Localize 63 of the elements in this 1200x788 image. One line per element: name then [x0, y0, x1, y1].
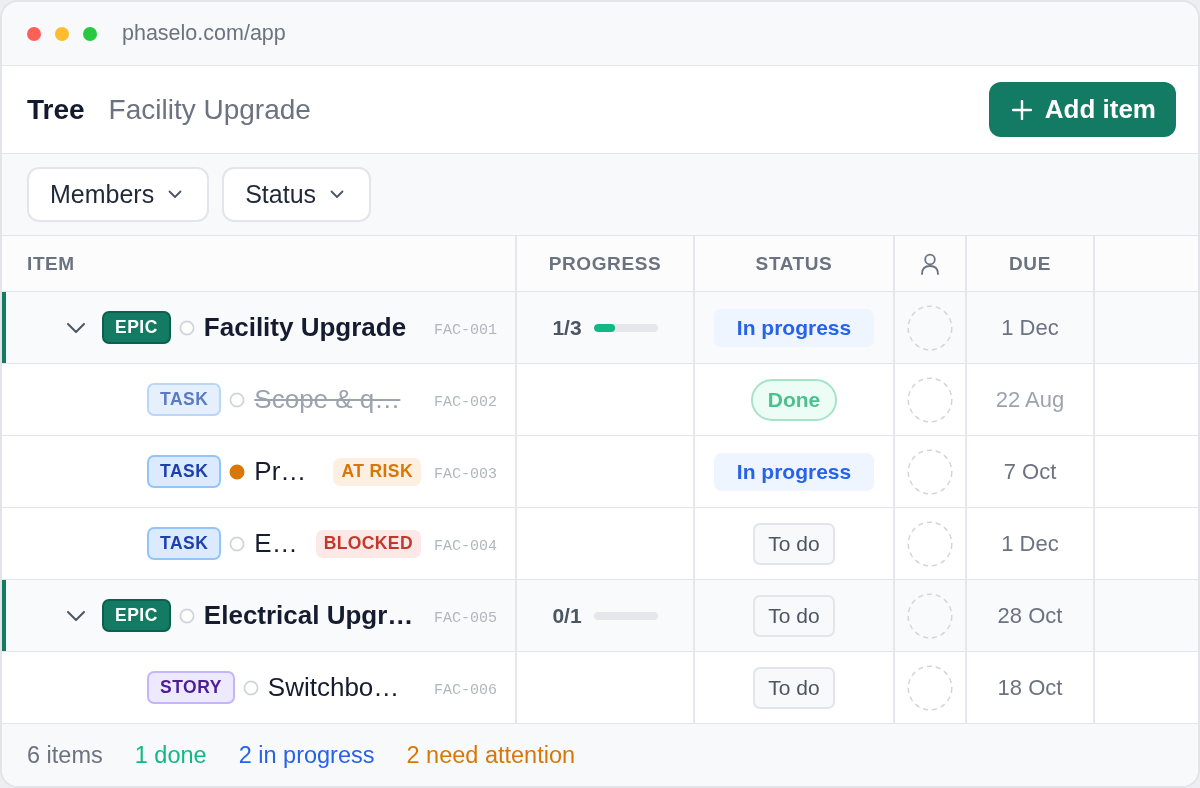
due-date: 1 Dec [1001, 314, 1059, 341]
due-date: 1 Dec [1001, 530, 1059, 557]
empty-avatar-icon[interactable] [907, 304, 953, 351]
in-progress-count: 2 in progress [238, 741, 375, 769]
chevron-down-icon[interactable] [66, 609, 86, 622]
filter-dropdown[interactable]: Status [222, 167, 372, 222]
progress-count: 1/3 [552, 315, 582, 340]
chevron-down-icon [168, 190, 183, 199]
item-count: 6 items [27, 741, 103, 769]
item-type-tag: TASK [147, 527, 222, 560]
status-pill: Done [750, 378, 838, 421]
item-id: FAC-004 [434, 538, 497, 555]
status-pill: To do [753, 522, 835, 565]
item-title: Switchbo… [267, 672, 400, 703]
due-date: 22 Aug [995, 386, 1065, 413]
address-text: phaselo.com/app [122, 21, 286, 46]
progress-count: 0/1 [552, 603, 582, 628]
column-header: STATUS [755, 252, 833, 275]
item-id: FAC-005 [434, 610, 497, 627]
item-type-tag: TASK [147, 455, 222, 488]
empty-avatar-icon[interactable] [907, 664, 953, 711]
item-title: E… [254, 528, 298, 559]
column-header: ITEM [27, 252, 75, 275]
zoom-window-icon[interactable] [83, 26, 97, 41]
item-title: Electrical Upgr… [203, 600, 414, 631]
due-date: 28 Oct [997, 602, 1063, 629]
item-id: FAC-001 [434, 322, 497, 339]
person-icon [920, 252, 940, 275]
chevron-down-icon [330, 190, 345, 199]
attention-count: 2 need attention [406, 741, 576, 769]
item-id: FAC-006 [434, 682, 497, 699]
plus-icon [1011, 99, 1032, 120]
item-type-tag: EPIC [102, 599, 171, 632]
item-title: Pr… [254, 456, 307, 487]
done-count: 1 done [134, 741, 207, 769]
project-name: Facility Upgrade [108, 93, 311, 126]
column-header: DUE [1009, 252, 1051, 275]
item-title: Facility Upgrade [203, 312, 407, 343]
item-title: Scope & q… [254, 384, 401, 415]
item-type-tag: EPIC [102, 311, 171, 344]
empty-avatar-icon[interactable] [907, 520, 953, 567]
risk-flag-tag: BLOCKED [315, 529, 421, 558]
risk-flag-tag: AT RISK [333, 457, 421, 486]
add-item-button[interactable]: Add item [988, 82, 1176, 137]
empty-avatar-icon[interactable] [907, 376, 953, 423]
page-title: Tree [27, 93, 85, 126]
due-date: 18 Oct [997, 674, 1063, 701]
item-type-tag: TASK [147, 383, 222, 416]
chevron-down-icon[interactable] [66, 321, 86, 334]
item-id: FAC-003 [434, 466, 497, 483]
item-id: FAC-002 [434, 394, 497, 411]
due-date: 7 Oct [1003, 458, 1057, 485]
status-pill: To do [753, 594, 835, 637]
column-header: PROGRESS [548, 252, 662, 275]
filter-dropdown[interactable]: Members [27, 167, 210, 222]
close-window-icon[interactable] [27, 26, 41, 41]
minimize-window-icon[interactable] [55, 26, 69, 41]
empty-avatar-icon[interactable] [907, 448, 953, 495]
status-pill: In progress [713, 308, 875, 347]
status-pill: To do [753, 666, 835, 709]
status-pill: In progress [713, 452, 875, 491]
empty-avatar-icon[interactable] [907, 592, 953, 639]
item-type-tag: STORY [147, 671, 235, 704]
